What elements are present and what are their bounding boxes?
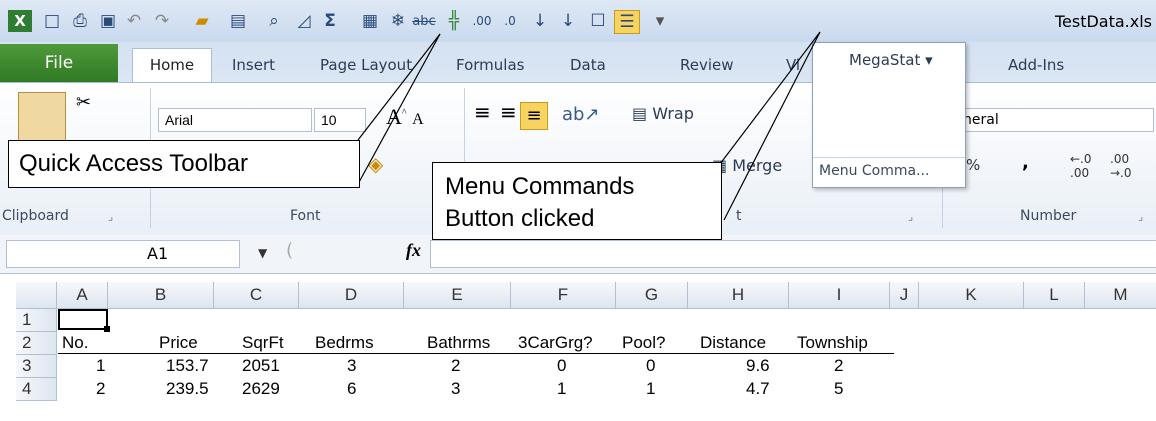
menu-leader-line [723,31,821,221]
callout-menu-line2: Button clicked [445,205,595,232]
qat-leader-line [357,33,441,141]
callout-quick-access-toolbar: Quick Access Toolbar [8,140,360,188]
callout-menu-line1: Menu Commands [445,173,635,200]
callout-menu-commands: Menu Commands Button clicked [432,162,722,240]
qat-leader-line [357,33,441,185]
menu-leader-line [719,31,821,165]
